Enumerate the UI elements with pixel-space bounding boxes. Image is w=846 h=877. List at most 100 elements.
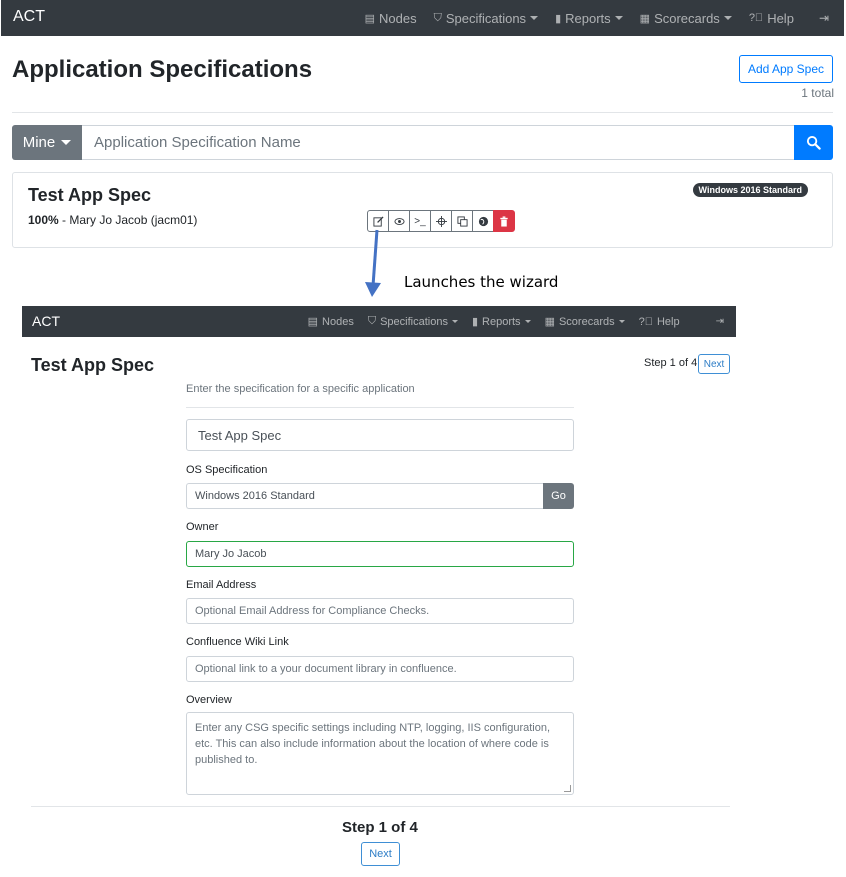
nav-item-specifications[interactable]: ⛉ Specifications [368,315,458,328]
annotation-arrow [365,229,381,297]
filter-label: Mine [22,134,56,151]
nav-item-label: Reports [482,315,521,328]
annotation-label: Launches the wizard [404,273,559,291]
email-field[interactable]: Optional Email Address for Compliance Ch… [186,598,574,624]
target-button[interactable] [430,210,452,232]
globe-button[interactable] [472,210,494,232]
nav-item-label: Help [656,315,680,328]
search-bar: Mine [12,125,833,160]
os-specification-field: Windows 2016 Standard Go [186,483,574,509]
logout-button[interactable]: ⇥ [819,11,829,25]
copy-button[interactable] [451,210,473,232]
search-icon [806,135,821,150]
shield-icon: ⛉ [367,315,377,327]
caret-down-icon [524,320,531,323]
nav-item-label: Nodes [322,315,354,328]
wiki-link-field[interactable]: Optional link to a your document library… [186,656,574,682]
view-button[interactable] [388,210,410,232]
brand-logo[interactable]: ACT [13,8,45,26]
nav-item-label: Specifications [380,315,448,328]
caret-down-icon [614,16,623,20]
file-icon: ▮ [471,316,479,328]
nav-menu: ▤ Nodes ⛉ Specifications ▮ Reports ▦ Sco… [308,306,736,337]
question-circle-icon: ?⃝ [638,315,653,328]
crosshairs-icon [435,215,447,227]
nav-item-reports[interactable]: ▮ Reports [555,11,623,26]
nav-item-scorecards[interactable]: ▦ Scorecards [545,315,625,328]
card-title[interactable]: Test App Spec [28,185,151,206]
nav-item-help[interactable]: ?⃝ Help [639,316,680,328]
app-spec-card: Test App Spec 100% - Mary Jo Jacob (jacm… [12,172,833,248]
table-icon: ▦ [639,12,651,25]
nav-item-label: Nodes [379,10,417,26]
top-navbar: ACT ▤ Nodes ⛉ Specifications ▮ Reports ▦… [1,0,844,36]
question-circle-icon: ?⃝ [748,12,764,24]
divider [186,407,574,408]
nav-item-nodes[interactable]: ▤ Nodes [307,315,354,329]
sign-out-icon: ⇥ [818,11,829,25]
filter-dropdown[interactable]: Mine [12,125,82,160]
os-label: OS Specification [186,464,268,476]
nav-item-label: Scorecards [654,10,720,26]
nav-item-nodes[interactable]: ▤ Nodes [365,11,417,26]
nav-item-help[interactable]: ?⃝ Help [749,11,794,26]
brand-logo[interactable]: ACT [32,313,60,329]
edit-icon [372,215,384,227]
owner-label: Owner [186,521,219,533]
nav-item-scorecards[interactable]: ▦ Scorecards [640,11,732,26]
delete-button[interactable] [493,210,515,232]
sign-out-icon: ⇥ [715,316,724,327]
app-name-field[interactable]: Test App Spec [186,419,574,451]
card-subtitle: 100% - Mary Jo Jacob (jacm01) [28,213,197,227]
trash-icon [500,215,508,227]
overview-textarea[interactable]: Enter any CSG specific settings includin… [186,712,574,795]
owner-field[interactable]: Mary Jo Jacob [186,541,574,567]
logout-button[interactable]: ⇥ [716,316,724,327]
wizard-title: Test App Spec [31,355,155,375]
completion-percent: 100% [28,213,59,227]
os-badge: Windows 2016 Standard [692,183,808,197]
terminal-button[interactable]: >_ [409,210,431,232]
caret-down-icon [61,140,72,145]
nav-item-label: Help [767,10,794,26]
search-input[interactable] [82,125,794,160]
add-app-spec-button[interactable]: Add App Spec [739,55,833,83]
wizard-navbar: ACT ▤ Nodes ⛉ Specifications ▮ Reports ▦… [22,306,736,337]
wiki-label: Confluence Wiki Link [186,636,289,648]
table-icon: ▦ [544,316,555,328]
total-count: 1 total [801,86,834,100]
nav-item-reports[interactable]: ▮ Reports [472,315,531,328]
terminal-icon: >_ [414,215,426,227]
eye-icon [393,217,405,225]
file-icon: ▮ [555,12,562,25]
table-icon: ▤ [307,316,319,328]
resize-handle-icon[interactable] [564,785,571,792]
caret-down-icon [723,16,732,20]
nav-menu: ▤ Nodes ⛉ Specifications ▮ Reports ▦ Sco… [365,0,844,36]
shield-icon: ⛉ [433,11,442,24]
page-title: Application Specifications [12,56,313,83]
overview-placeholder: Enter any CSG specific settings includin… [195,722,551,766]
nav-item-label: Specifications [445,10,527,26]
next-button-bottom[interactable]: Next [361,842,400,866]
owner-text: - Mary Jo Jacob (jacm01) [58,213,198,227]
globe-icon [478,216,488,226]
table-icon: ▤ [364,12,376,25]
search-button[interactable] [794,125,833,160]
os-input[interactable]: Windows 2016 Standard [186,483,543,509]
divider [12,112,833,113]
next-button[interactable]: Next [698,354,730,374]
go-button[interactable]: Go [543,483,574,509]
nav-item-label: Scorecards [558,315,615,328]
nav-item-label: Reports [565,10,611,26]
divider [31,806,730,807]
nav-item-specifications[interactable]: ⛉ Specifications [433,10,539,26]
caret-down-icon [530,16,539,20]
copy-icon [456,215,468,227]
caret-down-icon [618,320,625,323]
step-indicator: Step 1 of 4 [644,357,698,369]
caret-down-icon [451,320,458,323]
email-label: Email Address [186,579,257,591]
step-indicator-bottom: Step 1 of 4 [342,819,418,836]
overview-label: Overview [186,694,232,706]
